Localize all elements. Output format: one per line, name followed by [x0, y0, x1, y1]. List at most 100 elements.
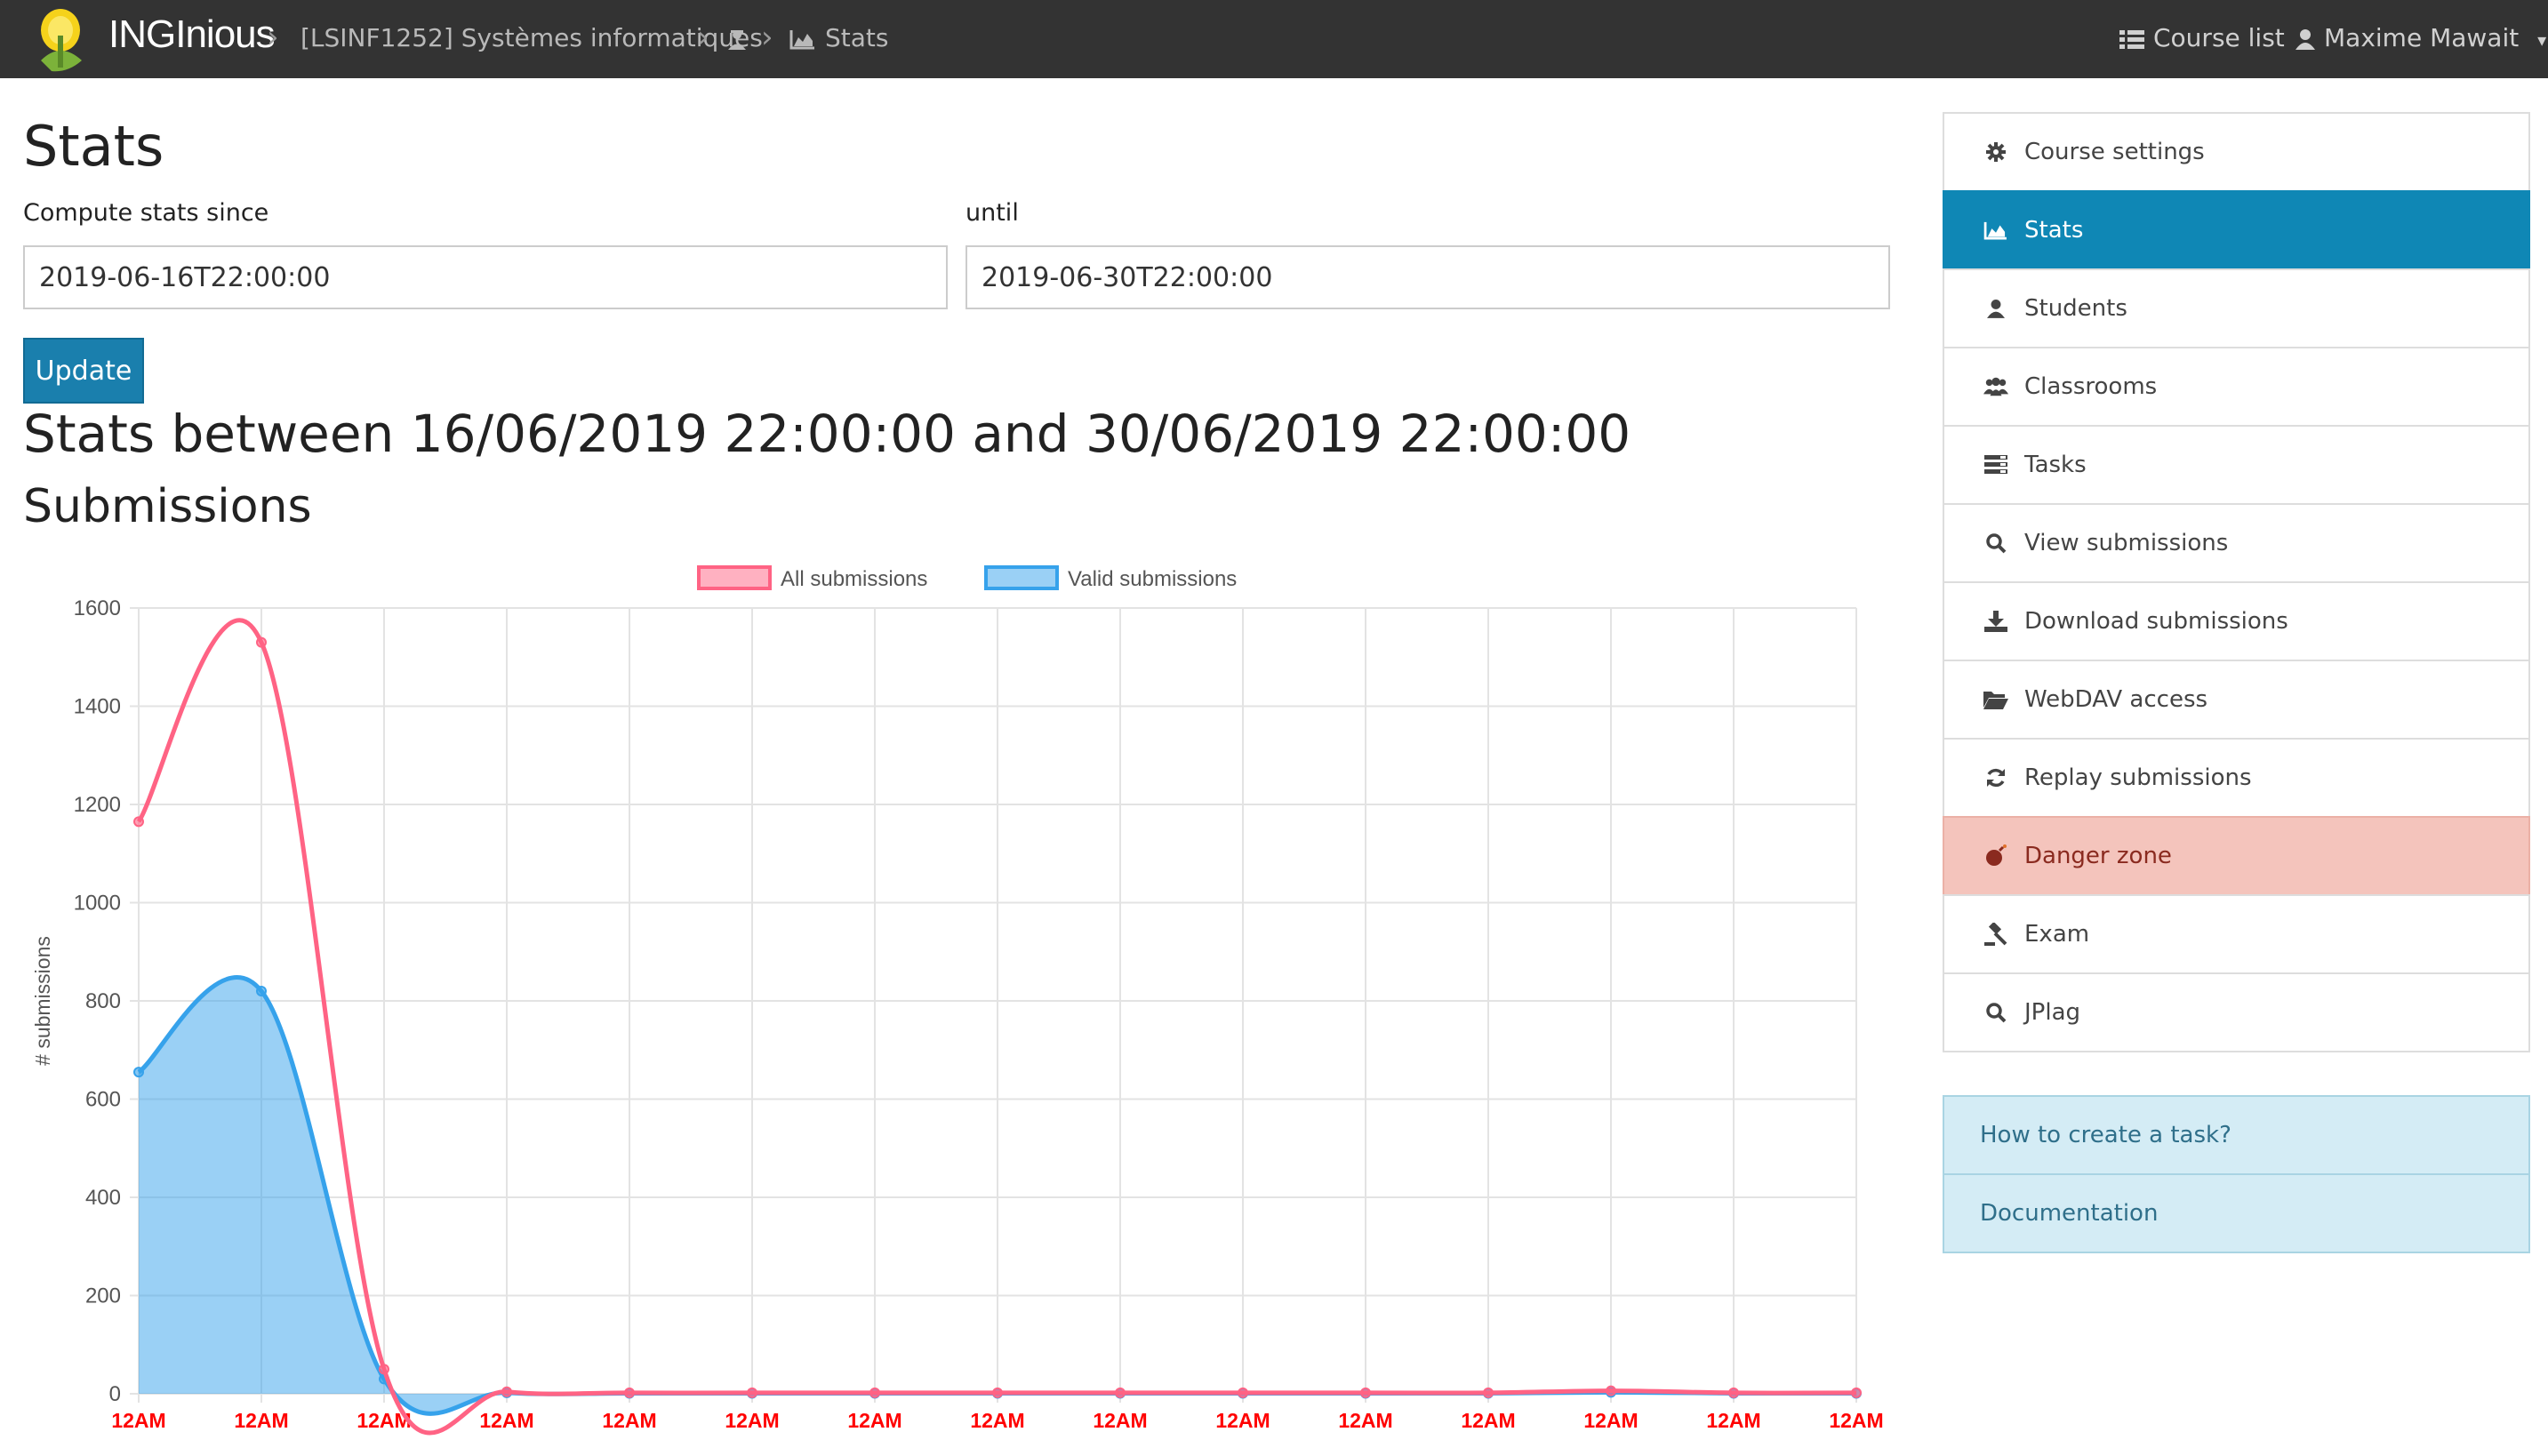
until-input[interactable]	[966, 245, 1890, 309]
data-point	[1606, 1385, 1616, 1396]
area-chart-icon	[789, 30, 814, 50]
x-tick-label: 12AM	[1461, 1409, 1515, 1432]
breadcrumb-separator-icon: ›	[761, 20, 773, 55]
x-tick-label: 12AM	[479, 1409, 533, 1432]
x-tick-label: 12AM	[1093, 1409, 1147, 1432]
user-icon	[1983, 296, 2008, 321]
data-point	[256, 636, 267, 648]
breadcrumb-admin[interactable]	[727, 23, 756, 52]
x-tick-label: 12AM	[1583, 1409, 1638, 1432]
submissions-heading: Submissions	[23, 480, 312, 533]
x-tick-label: 12AM	[111, 1409, 165, 1432]
breadcrumb-stats-label: Stats	[825, 23, 889, 52]
sidebar-item-label: Exam	[2024, 921, 2090, 948]
help-links: How to create a task? Documentation	[1943, 1095, 2530, 1253]
x-tick-label: 12AM	[725, 1409, 779, 1432]
x-tick-label: 12AM	[1829, 1409, 1883, 1432]
users-icon	[1983, 374, 2008, 399]
data-point	[1851, 1387, 1862, 1398]
x-tick-label: 12AM	[602, 1409, 656, 1432]
sidebar-item-tasks[interactable]: Tasks	[1943, 425, 2530, 505]
bomb-icon	[1983, 844, 2008, 868]
gavel-icon	[1983, 922, 2008, 947]
list-icon	[2119, 30, 2144, 49]
update-button[interactable]: Update	[23, 338, 144, 404]
navbar: INGInious › [LSINF1252] Systèmes informa…	[0, 0, 2548, 78]
refresh-icon	[1983, 765, 2008, 790]
y-tick-label: 800	[85, 989, 121, 1013]
y-tick-label: 1000	[74, 892, 121, 916]
user-icon	[2296, 29, 2315, 50]
y-tick-label: 1600	[74, 596, 121, 620]
folder-open-icon	[1983, 687, 2008, 712]
data-point	[501, 1386, 512, 1397]
sidebar-item-webdav-access[interactable]: WebDAV access	[1943, 660, 2530, 740]
legend-swatch	[984, 565, 1059, 590]
x-tick-label: 12AM	[1706, 1409, 1760, 1432]
user-menu[interactable]: Maxime Mawait ▾	[2296, 23, 2546, 52]
breadcrumb-stats[interactable]: Stats	[789, 23, 888, 52]
gear-icon	[1983, 140, 2008, 164]
sidebar-item-course-settings[interactable]: Course settings	[1943, 112, 2530, 192]
help-link-documentation[interactable]: Documentation	[1943, 1173, 2530, 1253]
breadcrumb-course[interactable]: [LSINF1252] Systèmes informatiques	[300, 23, 763, 52]
help-link-create-task[interactable]: How to create a task?	[1943, 1095, 2530, 1175]
breadcrumb-separator-icon: ›	[697, 20, 709, 55]
caret-down-icon: ▾	[2537, 29, 2547, 51]
data-point	[1728, 1387, 1739, 1398]
sidebar-item-view-submissions[interactable]: View submissions	[1943, 503, 2530, 583]
x-tick-label: 12AM	[970, 1409, 1024, 1432]
sidebar-item-jplag[interactable]: JPlag	[1943, 972, 2530, 1052]
sidebar-item-classrooms[interactable]: Classrooms	[1943, 347, 2530, 427]
x-tick-label: 12AM	[1215, 1409, 1270, 1432]
data-point	[992, 1387, 1003, 1398]
data-point	[747, 1387, 757, 1398]
until-label: until	[966, 199, 1019, 227]
course-list-label: Course list	[2153, 23, 2285, 52]
data-point	[379, 1364, 389, 1375]
since-input[interactable]	[23, 245, 948, 309]
data-point	[1483, 1387, 1494, 1398]
y-tick-label: 200	[85, 1284, 121, 1308]
legend-swatch	[697, 565, 772, 590]
y-axis-label: # submissions	[31, 936, 54, 1066]
legend-label: Valid submissions	[1068, 567, 1237, 591]
data-point	[1115, 1387, 1126, 1398]
y-tick-label: 400	[85, 1186, 121, 1210]
search-icon	[1983, 531, 2008, 556]
sidebar-item-danger-zone[interactable]: Danger zone	[1943, 816, 2530, 896]
x-tick-label: 12AM	[1338, 1409, 1392, 1432]
x-tick-label: 12AM	[847, 1409, 901, 1432]
sidebar-item-label: Replay submissions	[2024, 764, 2252, 791]
sidebar-item-label: Download submissions	[2024, 608, 2288, 635]
course-list-link[interactable]: Course list	[2119, 23, 2285, 52]
brand-name[interactable]: INGInious	[108, 12, 276, 57]
sidebar-item-replay-submissions[interactable]: Replay submissions	[1943, 738, 2530, 818]
y-tick-label: 0	[109, 1382, 121, 1406]
sidebar-item-label: Course settings	[2024, 139, 2205, 165]
user-secret-icon	[728, 30, 746, 50]
data-point	[1360, 1387, 1371, 1398]
download-icon	[1983, 609, 2008, 634]
sidebar-item-label: Stats	[2024, 217, 2084, 244]
sidebar-item-stats[interactable]: Stats	[1943, 190, 2530, 270]
area-chart-icon	[1983, 218, 2008, 243]
inginious-logo[interactable]	[32, 5, 91, 75]
sidebar-item-label: Classrooms	[2024, 373, 2158, 400]
x-tick-label: 12AM	[234, 1409, 288, 1432]
data-point	[133, 816, 144, 828]
sidebar-item-label: Students	[2024, 295, 2127, 322]
data-point	[1238, 1387, 1248, 1398]
tasks-icon	[1983, 452, 2008, 477]
course-admin-menu: Course settings Stats Students Classroom…	[1943, 112, 2530, 1052]
y-tick-label: 1200	[74, 793, 121, 817]
search-icon	[1983, 1000, 2008, 1025]
y-tick-label: 600	[85, 1088, 121, 1112]
sidebar-item-download-submissions[interactable]: Download submissions	[1943, 581, 2530, 661]
data-point	[869, 1387, 880, 1398]
sidebar-item-students[interactable]: Students	[1943, 268, 2530, 348]
breadcrumb-separator-icon: ›	[267, 20, 279, 55]
sidebar-item-exam[interactable]: Exam	[1943, 894, 2530, 974]
sidebar-item-label: View submissions	[2024, 530, 2229, 556]
y-tick-label: 1400	[74, 695, 121, 719]
